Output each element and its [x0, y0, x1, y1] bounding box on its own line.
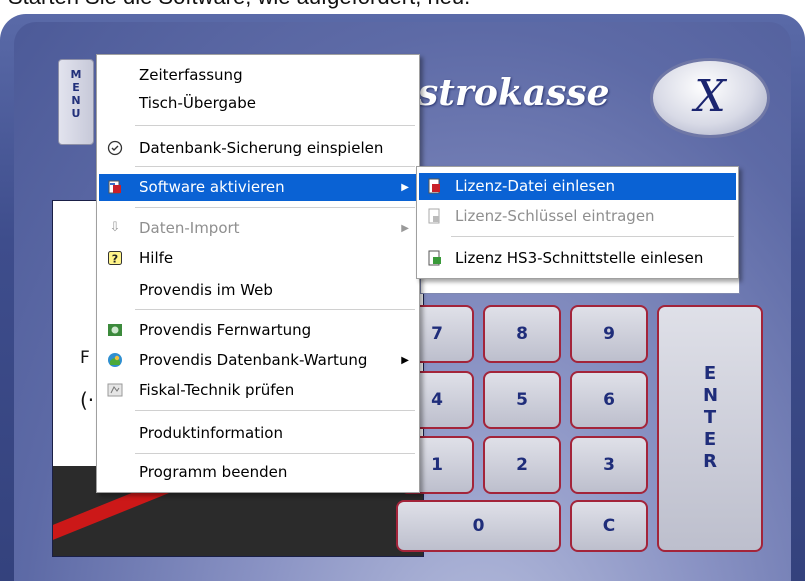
key-9[interactable]: 9 [570, 305, 648, 363]
menu-item-label: Hilfe [139, 249, 174, 267]
instruction-caption: Starten Sie die Software, wie aufgeforde… [8, 0, 470, 10]
menu-item-label: Produktinformation [139, 424, 283, 442]
menu-item-programm-beenden[interactable]: Programm beenden [99, 459, 417, 486]
menu-item-label: Fiskal-Technik prüfen [139, 381, 295, 399]
menu-letter-m: M [70, 68, 82, 81]
menu-button[interactable]: M E N U [58, 59, 94, 145]
submenu-item-label: Lizenz-Schlüssel eintragen [455, 207, 655, 225]
enter-label: ENTER [703, 363, 719, 472]
submenu-arrow-icon: ▶ [401, 182, 409, 193]
key-clear[interactable]: C [570, 500, 648, 552]
fiscal-check-icon [107, 382, 123, 398]
panel-text-f: F [80, 348, 90, 368]
menu-item-label: Daten-Import [139, 219, 240, 237]
key-6[interactable]: 6 [570, 371, 648, 429]
license-file-icon [427, 178, 443, 194]
menu-separator [135, 410, 415, 411]
key-2[interactable]: 2 [483, 436, 561, 494]
menu-item-label: Tisch-Übergabe [139, 94, 256, 112]
menu-item-hilfe[interactable]: ? Hilfe [99, 245, 417, 272]
menu-item-daten-import[interactable]: ⇩ Daten-Import ▶ [99, 215, 417, 242]
close-button[interactable]: X [650, 58, 770, 138]
license-interface-icon [427, 250, 443, 266]
menu-item-label: Provendis im Web [139, 281, 273, 299]
menu-separator [135, 125, 415, 126]
menu-item-produktinformation[interactable]: Produktinformation [99, 420, 417, 447]
submenu-item-lizenz-hs3[interactable]: Lizenz HS3-Schnittstelle einlesen [419, 245, 736, 272]
brand-logo-text: strokasse [418, 72, 610, 114]
submenu-arrow-icon: ▶ [401, 223, 409, 234]
menu-item-label: Provendis Fernwartung [139, 321, 312, 339]
menu-item-software-aktivieren[interactable]: Software aktivieren ▶ [99, 174, 417, 201]
panel-text-paren: (· [80, 388, 95, 412]
svg-text:?: ? [112, 253, 118, 266]
menu-letter-e: E [72, 81, 80, 94]
menu-item-label: Datenbank-Sicherung einspielen [139, 139, 384, 157]
submenu-separator [451, 236, 734, 237]
data-import-icon: ⇩ [109, 220, 121, 235]
menu-separator [135, 207, 415, 208]
submenu-arrow-icon: ▶ [401, 355, 409, 366]
menu-item-datenbank-sicherung[interactable]: Datenbank-Sicherung einspielen [99, 135, 417, 162]
menu-separator [135, 309, 415, 310]
submenu-software-aktivieren: Lizenz-Datei einlesen Lizenz-Schlüssel e… [416, 166, 739, 279]
database-maintenance-icon [107, 352, 123, 368]
menu-item-zeiterfassung[interactable]: Zeiterfassung [99, 62, 417, 89]
remote-maintenance-icon [107, 322, 123, 338]
menu-item-label: Software aktivieren [139, 178, 285, 196]
menu-item-provendis-web[interactable]: Provendis im Web [99, 277, 417, 304]
menu-letter-u: U [71, 107, 81, 120]
menu-separator [135, 453, 415, 454]
key-5[interactable]: 5 [483, 371, 561, 429]
key-8[interactable]: 8 [483, 305, 561, 363]
software-activate-icon [107, 179, 123, 195]
menu-item-fiskal-technik[interactable]: Fiskal-Technik prüfen [99, 377, 417, 404]
key-0[interactable]: 0 [396, 500, 561, 552]
menu-item-label: Provendis Datenbank-Wartung [139, 351, 368, 369]
menu-item-tisch-uebergabe[interactable]: Tisch-Übergabe [99, 90, 417, 117]
submenu-item-lizenz-datei[interactable]: Lizenz-Datei einlesen [419, 173, 736, 200]
menu-item-label: Programm beenden [139, 463, 288, 481]
submenu-item-label: Lizenz-Datei einlesen [455, 177, 616, 195]
context-menu: Zeiterfassung Tisch-Übergabe Datenbank-S… [96, 54, 420, 493]
menu-item-fernwartung[interactable]: Provendis Fernwartung [99, 317, 417, 344]
menu-item-label: Zeiterfassung [139, 66, 243, 84]
menu-item-datenbank-wartung[interactable]: Provendis Datenbank-Wartung ▶ [99, 347, 417, 374]
submenu-item-lizenz-schluessel[interactable]: Lizenz-Schlüssel eintragen [419, 203, 736, 230]
enter-button[interactable]: ENTER [657, 305, 763, 552]
menu-separator [135, 166, 415, 167]
license-key-icon [427, 208, 443, 224]
menu-letter-n: N [71, 94, 81, 107]
clock-restore-icon [107, 140, 123, 156]
submenu-item-label: Lizenz HS3-Schnittstelle einlesen [455, 249, 704, 267]
key-3[interactable]: 3 [570, 436, 648, 494]
help-icon: ? [107, 250, 123, 266]
